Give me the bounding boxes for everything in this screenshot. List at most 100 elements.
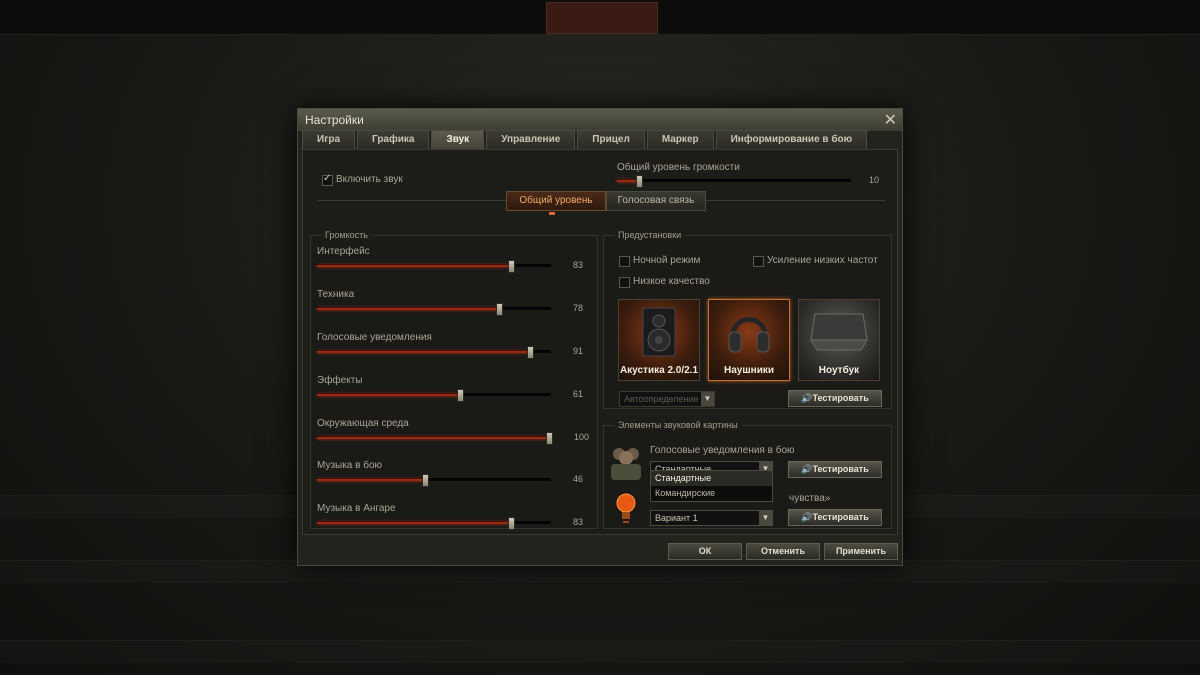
close-icon[interactable]: ✕ — [884, 110, 897, 130]
headphones-icon — [728, 317, 770, 353]
slider-battle-music[interactable] — [317, 474, 551, 487]
title-bar: Настройки ✕ — [298, 109, 902, 131]
preset-laptop-label: Ноутбук — [818, 365, 860, 376]
laptop-icon — [810, 313, 868, 351]
slider-effects[interactable] — [317, 389, 551, 402]
night-mode-label: Ночной режим — [633, 255, 701, 266]
test-sixth-sense-button[interactable]: 🔊Тестировать — [788, 509, 882, 526]
slider-ambient[interactable] — [317, 432, 553, 445]
test-voice-button[interactable]: 🔊Тестировать — [788, 461, 882, 478]
apply-button[interactable]: Применить — [824, 543, 898, 560]
presets-panel-title: Предустановки — [614, 230, 686, 240]
slider-value-ambient: 100 — [573, 432, 589, 442]
preset-speakers-label: Акустика 2.0/2.1 — [619, 365, 699, 376]
preset-speakers[interactable]: Акустика 2.0/2.1 — [618, 299, 700, 381]
slider-thumb[interactable] — [508, 260, 515, 273]
sound-subtabs: Общий уровень Голосовая связь — [506, 191, 706, 211]
autodetect-value: Автоопределение — [624, 394, 699, 404]
enable-sound-label: Включить звук — [336, 174, 403, 185]
sixth-sense-dropdown-value: Вариант 1 — [655, 513, 698, 523]
tab-game[interactable]: Игра — [302, 130, 356, 149]
tab-battle-info[interactable]: Информирование в бою — [715, 130, 868, 149]
slider-value-hangar-music: 83 — [572, 517, 583, 527]
battle-button-background — [546, 2, 658, 34]
settings-window: Настройки ✕ Игра Графика Звук Управление… — [297, 108, 903, 566]
slider-thumb[interactable] — [527, 346, 534, 359]
presets-panel: Предустановки Ночной режим Усиление низк… — [603, 230, 892, 409]
voice-option-standard[interactable]: Стандартные — [651, 471, 772, 486]
slider-value-battle-music: 46 — [572, 474, 583, 484]
chevron-down-icon: ▼ — [701, 392, 714, 406]
tab-sound[interactable]: Звук — [431, 130, 485, 149]
sound-elements-title: Элементы звуковой картины — [614, 420, 742, 430]
master-volume-fill — [617, 180, 638, 182]
low-quality-checkbox[interactable] — [619, 277, 630, 288]
speaker-small-icon: 🔊 — [801, 464, 813, 474]
cancel-button[interactable]: Отменить — [746, 543, 820, 560]
tab-marker[interactable]: Маркер — [646, 130, 714, 149]
slider-voice[interactable] — [317, 346, 551, 359]
enable-sound-checkbox[interactable] — [322, 173, 333, 186]
preset-headphones[interactable]: Наушники — [708, 299, 790, 381]
slider-interface[interactable] — [317, 260, 551, 273]
subtab-general[interactable]: Общий уровень — [506, 191, 606, 211]
slider-thumb[interactable] — [508, 517, 515, 530]
sixth-sense-label-tail: чувства» — [789, 493, 831, 504]
slider-fill — [317, 479, 425, 481]
slider-fill — [317, 308, 499, 310]
tab-controls[interactable]: Управление — [486, 130, 576, 149]
low-quality-label: Низкое качество — [633, 276, 710, 287]
slider-value-voice: 91 — [572, 346, 583, 356]
settings-tabs: Игра Графика Звук Управление Прицел Марк… — [302, 130, 869, 149]
slider-thumb[interactable] — [422, 474, 429, 487]
subtab-voice-chat[interactable]: Голосовая связь — [606, 191, 706, 211]
speaker-icon — [642, 307, 676, 357]
night-mode-checkbox[interactable] — [619, 256, 630, 267]
slider-label-interface: Интерфейс — [317, 246, 370, 257]
slider-label-vehicles: Техника — [317, 289, 355, 300]
slider-thumb[interactable] — [496, 303, 503, 316]
slider-label-hangar-music: Музыка в Ангаре — [317, 503, 396, 514]
speaker-small-icon: 🔊 — [801, 393, 813, 403]
master-volume-slider[interactable] — [617, 175, 851, 188]
bass-boost-checkbox[interactable] — [753, 256, 764, 267]
volume-panel-title: Громкость — [321, 230, 372, 240]
slider-fill — [317, 437, 551, 439]
autodetect-dropdown[interactable]: Автоопределение ▼ — [619, 391, 715, 407]
slider-label-battle-music: Музыка в бою — [317, 460, 383, 471]
slider-value-interface: 83 — [572, 260, 583, 270]
voice-options-list: Стандартные Командирские — [650, 470, 773, 502]
volume-panel: Громкость Интерфейс 83 Техника 78 Голосо… — [310, 230, 598, 530]
slider-label-effects: Эффекты — [317, 375, 363, 386]
preset-headphones-label: Наушники — [723, 365, 775, 376]
slider-thumb[interactable] — [457, 389, 464, 402]
preset-laptop[interactable]: Ноутбук — [798, 299, 880, 381]
test-preset-button[interactable]: 🔊Тестировать — [788, 390, 882, 407]
ok-button[interactable]: ОК — [668, 543, 742, 560]
slider-vehicles[interactable] — [317, 303, 551, 316]
tab-graphics[interactable]: Графика — [357, 130, 430, 149]
slider-fill — [317, 265, 511, 267]
slider-fill — [317, 394, 460, 396]
bass-boost-label: Усиление низких частот — [767, 255, 878, 266]
master-volume-label: Общий уровень громкости — [617, 162, 740, 173]
voice-option-commander[interactable]: Командирские — [651, 486, 772, 501]
background-strip — [0, 640, 1200, 663]
slider-fill — [317, 351, 530, 353]
slider-label-voice: Голосовые уведомления — [317, 332, 432, 343]
slider-value-vehicles: 78 — [572, 303, 583, 313]
master-volume-thumb[interactable] — [636, 175, 643, 188]
slider-fill — [317, 522, 511, 524]
tab-reticle[interactable]: Прицел — [577, 130, 645, 149]
voice-notifications-label: Голосовые уведомления в бою — [650, 445, 795, 456]
sixth-sense-bulb-icon — [616, 493, 636, 523]
sixth-sense-dropdown[interactable]: Вариант 1 ▼ — [650, 510, 773, 526]
slider-value-effects: 61 — [572, 389, 583, 399]
speaker-small-icon: 🔊 — [801, 512, 813, 522]
slider-hangar-music[interactable] — [317, 517, 551, 530]
sound-settings-content: Включить звук Общий уровень громкости 10… — [302, 149, 898, 535]
crew-icon — [611, 448, 641, 480]
slider-label-ambient: Окружающая среда — [317, 418, 409, 429]
active-subtab-indicator — [549, 212, 555, 215]
slider-thumb[interactable] — [546, 432, 553, 445]
